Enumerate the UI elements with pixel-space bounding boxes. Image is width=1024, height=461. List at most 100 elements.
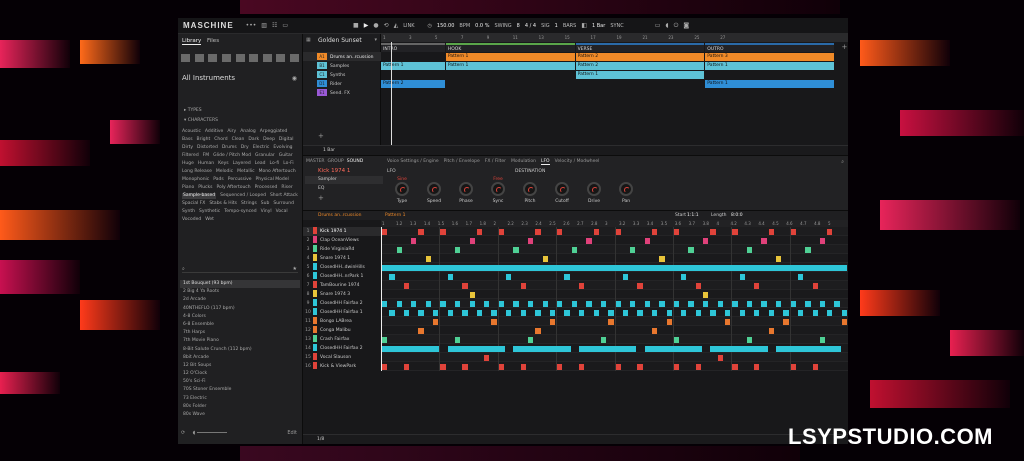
note[interactable] bbox=[827, 228, 833, 235]
follow-icon[interactable]: ◧ bbox=[581, 22, 587, 29]
result-item[interactable]: 12 O'Clock bbox=[180, 370, 300, 378]
note[interactable] bbox=[440, 228, 446, 235]
note[interactable] bbox=[797, 273, 804, 280]
pattern-name[interactable]: Pattern 1 bbox=[385, 211, 405, 220]
note-block[interactable] bbox=[710, 345, 768, 352]
character-tag[interactable]: Granular bbox=[255, 153, 275, 159]
note[interactable] bbox=[600, 336, 607, 343]
note[interactable] bbox=[527, 237, 534, 244]
note[interactable] bbox=[571, 246, 578, 253]
character-tag[interactable]: Percussive bbox=[228, 177, 252, 183]
note[interactable] bbox=[593, 228, 599, 235]
character-tag[interactable]: Digital bbox=[279, 137, 294, 143]
types-header[interactable]: ▸ TYPES bbox=[184, 108, 202, 113]
page-tab[interactable]: Pitch / Envelope bbox=[444, 159, 480, 164]
character-tag[interactable]: Vocal bbox=[276, 209, 288, 215]
character-tag[interactable]: Dry bbox=[241, 145, 249, 151]
arranger-pattern[interactable]: Pattern 2 bbox=[575, 62, 705, 70]
loops-icon[interactable] bbox=[235, 54, 245, 62]
note[interactable] bbox=[768, 327, 775, 334]
note[interactable] bbox=[462, 282, 468, 289]
character-tag[interactable]: Keys bbox=[218, 161, 229, 167]
note[interactable] bbox=[425, 300, 432, 307]
result-item[interactable]: 8-Bit Salute Crunch (112 bpm) bbox=[180, 346, 300, 354]
character-tag[interactable]: Mono Aftertouch bbox=[259, 169, 296, 175]
note[interactable] bbox=[557, 363, 563, 370]
group-row[interactable]: C1 Synths bbox=[303, 70, 381, 79]
note[interactable] bbox=[732, 300, 738, 307]
note[interactable] bbox=[673, 228, 680, 235]
sound-row[interactable]: 6 ClosedHH..nrPark 1 bbox=[303, 272, 381, 281]
note[interactable] bbox=[382, 300, 388, 307]
note[interactable] bbox=[586, 237, 592, 244]
tab-files[interactable]: Files bbox=[207, 38, 219, 44]
edit-button[interactable]: Edit bbox=[287, 430, 297, 436]
note[interactable] bbox=[805, 246, 811, 253]
note[interactable] bbox=[586, 300, 592, 307]
note[interactable] bbox=[506, 273, 512, 280]
arranger-pattern[interactable]: Pattern 3 bbox=[705, 53, 835, 61]
result-item[interactable]: 7th Movie Piano bbox=[180, 337, 300, 345]
note[interactable] bbox=[776, 255, 782, 262]
character-tag[interactable]: Additive bbox=[205, 129, 223, 135]
note[interactable] bbox=[484, 354, 490, 361]
mixer-icon[interactable]: ☷ bbox=[272, 22, 277, 29]
one-shots-icon[interactable] bbox=[249, 54, 259, 62]
arranger-timeline[interactable]: 1 3 5 7 9 11 13 15 17 19 21 23 25 27 bbox=[381, 34, 848, 42]
favorites-icon[interactable] bbox=[181, 54, 190, 62]
note[interactable] bbox=[724, 309, 731, 316]
note[interactable] bbox=[593, 309, 599, 316]
note-block[interactable] bbox=[382, 345, 440, 352]
note[interactable] bbox=[579, 363, 585, 370]
note[interactable] bbox=[630, 300, 636, 307]
note[interactable] bbox=[666, 309, 672, 316]
note-block[interactable] bbox=[644, 345, 703, 352]
note[interactable] bbox=[382, 228, 388, 235]
note[interactable] bbox=[717, 354, 723, 361]
note[interactable] bbox=[724, 318, 731, 325]
note[interactable] bbox=[476, 228, 483, 235]
arranger-pattern[interactable]: Pattern 1 bbox=[445, 53, 575, 61]
link-label[interactable]: LINK bbox=[403, 23, 414, 29]
result-item[interactable]: 50's Sci-Fi bbox=[180, 378, 300, 386]
note[interactable] bbox=[776, 300, 782, 307]
library-icon[interactable]: ▥ bbox=[261, 22, 267, 29]
ni-logo-icon[interactable]: ◙ bbox=[683, 22, 689, 29]
character-tag[interactable]: Deep bbox=[263, 137, 275, 143]
note[interactable] bbox=[615, 363, 621, 370]
note[interactable] bbox=[622, 309, 629, 316]
sound-row[interactable]: 15 Vocal Slauson bbox=[303, 353, 381, 362]
note[interactable] bbox=[520, 309, 526, 316]
note[interactable] bbox=[754, 363, 760, 370]
note-block[interactable] bbox=[776, 345, 841, 352]
note[interactable] bbox=[462, 363, 468, 370]
knob-pan[interactable] bbox=[619, 182, 633, 196]
result-item[interactable]: 80s Folder bbox=[180, 403, 300, 411]
sound-row[interactable]: 13 Crash Fairfax bbox=[303, 335, 381, 344]
section-verse[interactable]: VERSE bbox=[575, 43, 705, 52]
note[interactable] bbox=[819, 336, 826, 343]
note[interactable] bbox=[746, 300, 753, 307]
note[interactable] bbox=[812, 309, 818, 316]
note-block[interactable] bbox=[513, 345, 571, 352]
character-tag[interactable]: Monophonic bbox=[182, 177, 209, 183]
sound-row[interactable]: 10 ClosedHH Fairfax 1 bbox=[303, 308, 381, 317]
star-icon[interactable]: ★ bbox=[293, 266, 297, 272]
group-row[interactable]: E1 Send. FX bbox=[303, 88, 381, 97]
result-item[interactable]: 8bit Arcade bbox=[180, 354, 300, 362]
character-tag[interactable]: Dark bbox=[248, 137, 259, 143]
note[interactable] bbox=[469, 300, 475, 307]
note-block[interactable] bbox=[382, 264, 847, 271]
sound-search-icon[interactable]: ⌕ bbox=[841, 159, 844, 165]
note[interactable] bbox=[433, 309, 439, 316]
character-tag[interactable]: Melodic bbox=[216, 169, 233, 175]
character-tag[interactable]: Sequenced / Looped bbox=[220, 193, 266, 199]
note[interactable] bbox=[491, 309, 497, 316]
note[interactable] bbox=[819, 300, 826, 307]
eye-icon[interactable]: ◉ bbox=[292, 75, 297, 82]
character-tag[interactable]: Surround bbox=[273, 201, 294, 207]
play-icon[interactable]: ▶ bbox=[364, 22, 369, 29]
note[interactable] bbox=[469, 291, 475, 298]
note[interactable] bbox=[746, 336, 753, 343]
character-tag[interactable]: Spacial FX bbox=[182, 201, 205, 207]
